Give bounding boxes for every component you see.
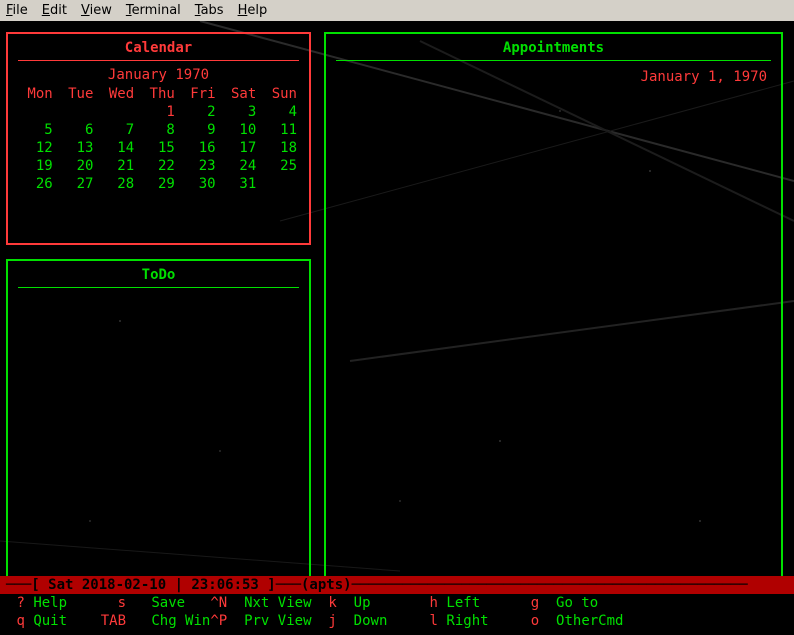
calendar-grid: MonTueWedThuFriSatSun1234567891011121314… bbox=[16, 85, 301, 193]
calendar-day[interactable]: 19 bbox=[16, 157, 57, 175]
calendar-day[interactable]: 27 bbox=[57, 175, 98, 193]
calendar-day[interactable]: 29 bbox=[138, 175, 179, 193]
calendar-day-header: Tue bbox=[57, 85, 98, 103]
help-key: h bbox=[430, 595, 438, 611]
menu-edit[interactable]: Edit bbox=[42, 3, 67, 18]
help-desc: Down bbox=[354, 613, 388, 629]
calendar-day[interactable]: 23 bbox=[179, 157, 220, 175]
help-key: g bbox=[531, 595, 539, 611]
calendar-day[interactable]: 12 bbox=[16, 139, 57, 157]
menu-view[interactable]: View bbox=[81, 3, 112, 18]
calendar-day[interactable]: 5 bbox=[16, 121, 57, 139]
help-row: ? Help s Save ^N Nxt View k Up h Left g … bbox=[8, 594, 786, 612]
appointments-date: January 1, 1970 bbox=[326, 61, 781, 85]
help-key: k bbox=[328, 595, 336, 611]
calendar-day[interactable]: 1 bbox=[138, 103, 179, 121]
calendar-day[interactable]: 24 bbox=[220, 157, 261, 175]
help-row: q Quit TAB Chg Win^P Prv View j Down l R… bbox=[8, 612, 786, 630]
help-desc: Chg Win bbox=[151, 613, 210, 629]
calendar-month-year: January 1970 bbox=[16, 65, 301, 85]
help-desc: Go to bbox=[556, 595, 598, 611]
calendar-day[interactable]: 21 bbox=[97, 157, 138, 175]
status-bar: ───[ Sat 2018-02-10 | 23:06:53 ]───(apts… bbox=[0, 576, 794, 594]
menubar: File Edit View Terminal Tabs Help bbox=[0, 0, 794, 21]
help-key: q bbox=[16, 613, 24, 629]
calendar-day[interactable]: 17 bbox=[220, 139, 261, 157]
help-desc: OtherCmd bbox=[556, 613, 623, 629]
calendar-day[interactable]: 15 bbox=[138, 139, 179, 157]
calendar-body: January 1970 MonTueWedThuFriSatSun123456… bbox=[8, 61, 309, 193]
help-key: ^P bbox=[210, 613, 227, 629]
todo-hr bbox=[18, 287, 299, 288]
calendar-day[interactable]: 26 bbox=[16, 175, 57, 193]
calendar-day[interactable]: 16 bbox=[179, 139, 220, 157]
help-key: s bbox=[118, 595, 126, 611]
todo-title: ToDo bbox=[8, 261, 309, 287]
calendar-title: Calendar bbox=[8, 34, 309, 60]
terminal-area: Calendar January 1970 MonTueWedThuFriSat… bbox=[0, 21, 794, 631]
calendar-day[interactable]: 10 bbox=[220, 121, 261, 139]
calendar-day[interactable]: 13 bbox=[57, 139, 98, 157]
menu-tabs[interactable]: Tabs bbox=[195, 3, 224, 18]
calendar-day[interactable]: 25 bbox=[260, 157, 301, 175]
help-desc: Save bbox=[151, 595, 185, 611]
help-key: TAB bbox=[101, 613, 126, 629]
calendar-panel[interactable]: Calendar January 1970 MonTueWedThuFriSat… bbox=[6, 32, 311, 245]
help-key: l bbox=[430, 613, 438, 629]
help-desc: Left bbox=[446, 595, 480, 611]
help-desc: Quit bbox=[33, 613, 67, 629]
calendar-day[interactable]: 11 bbox=[260, 121, 301, 139]
menu-file[interactable]: File bbox=[6, 3, 28, 18]
calendar-day[interactable]: 18 bbox=[260, 139, 301, 157]
help-bar: ? Help s Save ^N Nxt View k Up h Left g … bbox=[0, 594, 794, 631]
calendar-day-header: Thu bbox=[138, 85, 179, 103]
help-desc: Help bbox=[33, 595, 67, 611]
menu-terminal[interactable]: Terminal bbox=[126, 3, 181, 18]
calendar-day-header: Fri bbox=[179, 85, 220, 103]
help-desc: Up bbox=[354, 595, 371, 611]
calendar-day[interactable]: 2 bbox=[179, 103, 220, 121]
calendar-day[interactable]: 6 bbox=[57, 121, 98, 139]
calendar-day[interactable]: 30 bbox=[179, 175, 220, 193]
help-key: ? bbox=[16, 595, 24, 611]
calendar-day-header: Sat bbox=[220, 85, 261, 103]
calendar-day[interactable]: 8 bbox=[138, 121, 179, 139]
calendar-day[interactable]: 14 bbox=[97, 139, 138, 157]
help-key: j bbox=[328, 613, 336, 629]
help-key: o bbox=[531, 613, 539, 629]
calendar-day-header: Mon bbox=[16, 85, 57, 103]
appointments-title: Appointments bbox=[326, 34, 781, 60]
calendar-day[interactable]: 22 bbox=[138, 157, 179, 175]
calendar-day[interactable]: 28 bbox=[97, 175, 138, 193]
calendar-day[interactable]: 20 bbox=[57, 157, 98, 175]
calendar-day[interactable]: 31 bbox=[220, 175, 261, 193]
todo-panel[interactable]: ToDo bbox=[6, 259, 311, 579]
help-desc: Right bbox=[446, 613, 488, 629]
help-key: ^N bbox=[210, 595, 227, 611]
calendar-day[interactable]: 3 bbox=[220, 103, 261, 121]
appointments-panel[interactable]: Appointments January 1, 1970 bbox=[324, 32, 783, 579]
menu-help[interactable]: Help bbox=[238, 3, 268, 18]
help-desc: Nxt View bbox=[244, 595, 311, 611]
calendar-day[interactable]: 4 bbox=[260, 103, 301, 121]
calendar-day-header: Wed bbox=[97, 85, 138, 103]
calendar-day[interactable]: 9 bbox=[179, 121, 220, 139]
help-desc: Prv View bbox=[244, 613, 311, 629]
calendar-day[interactable]: 7 bbox=[97, 121, 138, 139]
calendar-day-header: Sun bbox=[260, 85, 301, 103]
